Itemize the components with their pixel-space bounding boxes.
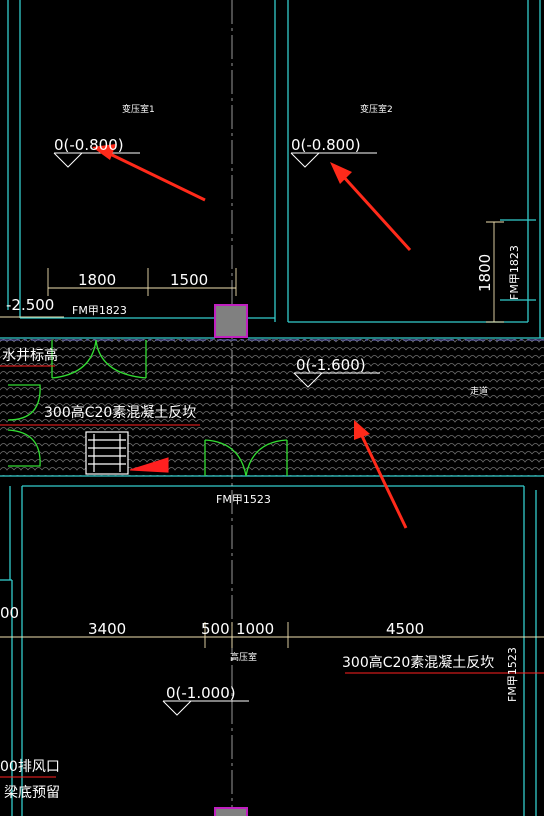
drain-grille (85, 431, 129, 475)
dim-label-vertical: 1800 (476, 254, 494, 292)
dim-label-left-partial: 00 (0, 604, 19, 622)
elevation-label-left: -2.500 (6, 296, 54, 314)
room-label-hv-room: 高压室 (230, 651, 257, 663)
note-curb-1: 300高C20素混凝土反坎 (44, 404, 196, 421)
elevation-label-t2: 0(-0.800) (291, 136, 361, 154)
dim-label-bottom-d: 4500 (386, 620, 424, 638)
elevation-label-t1: 0(-0.800) (54, 136, 124, 154)
door-label-3: FM甲1523 (216, 493, 271, 506)
column (214, 807, 248, 816)
dim-label-top-right: 1500 (170, 271, 208, 289)
elevation-label-hv: 0(-1.000) (166, 684, 236, 702)
dim-label-bottom-c: 1000 (236, 620, 274, 638)
room-label-transformer-1: 变压室1 (122, 103, 155, 115)
column (214, 304, 248, 338)
note-beam-reserve: 梁底预留 (4, 785, 60, 801)
door-label-2: FM甲1823 (508, 245, 521, 300)
door-label-4: FM甲1523 (506, 647, 519, 702)
room-label-transformer-2: 变压室2 (360, 103, 393, 115)
note-exhaust: 00排风口 (0, 759, 60, 775)
door-label-1: FM甲1823 (72, 304, 127, 317)
cad-drawing: 变压室1 变压室2 走道 高压室 0(-0.800) 0(-0.800) 0(-… (0, 0, 544, 816)
dim-label-bottom-a: 3400 (88, 620, 126, 638)
dim-label-top-left: 1800 (78, 271, 116, 289)
elevation-label-corridor: 0(-1.600) (296, 356, 366, 374)
note-curb-2: 300高C20素混凝土反坎 (342, 654, 494, 671)
dim-label-bottom-b: 500 (201, 620, 230, 638)
room-label-corridor: 走道 (470, 385, 488, 397)
note-well-mark: 水井标高 (2, 347, 58, 364)
